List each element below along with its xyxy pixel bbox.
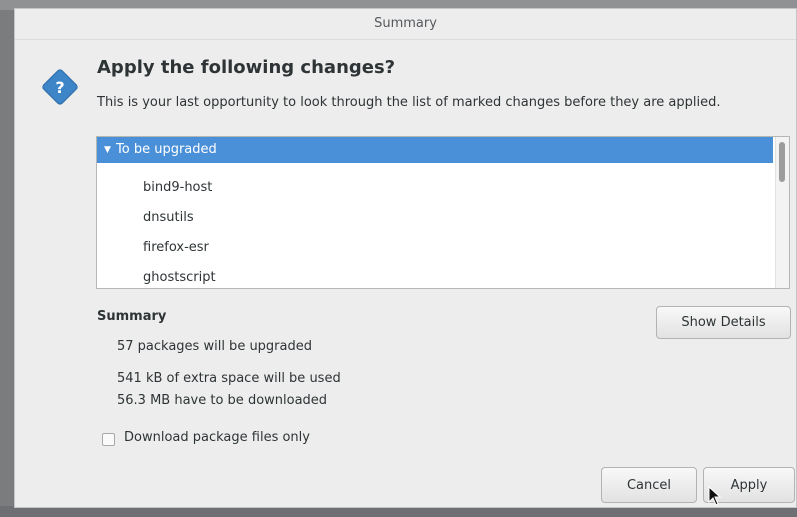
changes-list[interactable]: ▼ To be upgraded bind9-host dnsutils fir… — [96, 136, 790, 289]
triangle-down-icon[interactable]: ▼ — [104, 137, 111, 163]
list-item[interactable]: bind9-host — [143, 173, 212, 203]
group-label: To be upgraded — [116, 142, 217, 157]
dialog-title: Summary — [15, 9, 796, 40]
summary-heading: Summary — [97, 309, 167, 324]
mouse-pointer-icon — [708, 486, 722, 506]
cancel-button[interactable]: Cancel — [601, 467, 697, 503]
summary-download: 56.3 MB have to be downloaded — [117, 393, 328, 408]
dialog-heading: Apply the following changes? — [97, 57, 396, 78]
question-icon: ? — [42, 69, 78, 105]
group-row-to-be-upgraded[interactable]: ▼ To be upgraded — [97, 137, 773, 163]
summary-dialog: Summary ? Apply the following changes? T… — [14, 8, 797, 508]
summary-upgraded: 57 packages will be upgraded — [117, 339, 312, 354]
dialog-description: This is your last opportunity to look th… — [97, 95, 721, 110]
download-only-label[interactable]: Download package files only — [124, 430, 310, 445]
list-item[interactable]: ghostscript — [143, 263, 216, 288]
list-item[interactable]: firefox-esr — [143, 233, 209, 263]
summary-space: 541 kB of extra space will be used — [117, 371, 341, 386]
download-only-checkbox[interactable] — [102, 433, 115, 446]
scrollbar-thumb[interactable] — [779, 142, 785, 182]
svg-text:?: ? — [55, 78, 64, 97]
show-details-button[interactable]: Show Details — [656, 306, 791, 339]
list-item[interactable]: dnsutils — [143, 203, 194, 233]
